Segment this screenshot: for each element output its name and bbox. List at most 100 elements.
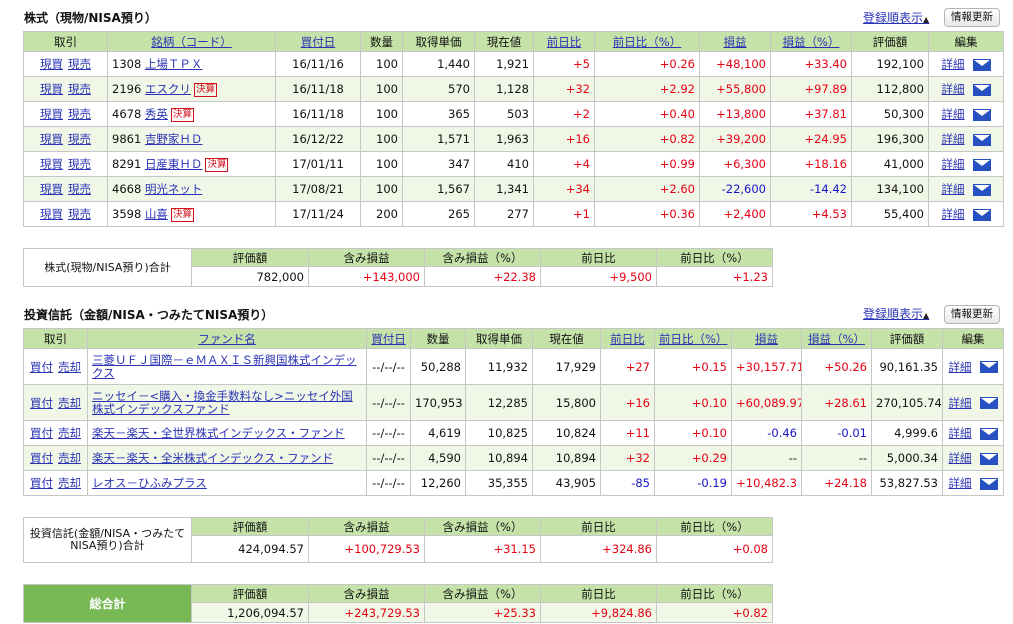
stock-name-link[interactable]: エスクリ	[145, 82, 191, 96]
trade-buy-link[interactable]: 現買	[40, 131, 63, 147]
earnings-badge[interactable]: 決算	[193, 83, 217, 97]
grand-total-day-change: +9,824.86	[540, 602, 657, 623]
detail-link[interactable]: 詳細	[949, 396, 972, 410]
column-header[interactable]: 損益	[699, 31, 771, 52]
column-header[interactable]: 買付日	[366, 328, 411, 349]
grand-total-unrealized-pl: +243,729.53	[308, 602, 425, 623]
trade-buy-link[interactable]: 買付	[30, 395, 53, 411]
fund-name-link[interactable]: ニッセイ－<購入・換金手数料なし>ニッセイ外国株式インデックスファンド	[92, 389, 353, 416]
sort-link[interactable]: 買付日	[371, 332, 406, 346]
detail-link[interactable]: 詳細	[942, 157, 965, 171]
profit-loss: +39,200	[699, 126, 771, 152]
mail-icon[interactable]	[972, 183, 991, 196]
sort-link[interactable]: ファンド名	[198, 332, 256, 346]
trade-sell-link[interactable]: 現売	[68, 107, 91, 121]
column-header[interactable]: ファンド名	[87, 328, 367, 349]
mail-icon[interactable]	[979, 452, 998, 465]
sort-link[interactable]: 損益（%）	[808, 332, 865, 346]
detail-link[interactable]: 詳細	[942, 57, 965, 71]
mail-icon[interactable]	[972, 158, 991, 171]
day-change: +32	[533, 76, 595, 102]
stock-name-link[interactable]: 明光ネット	[145, 182, 203, 196]
fund-name-link[interactable]: 楽天－楽天・全米株式インデックス・ファンド	[92, 451, 333, 465]
detail-link[interactable]: 詳細	[949, 360, 972, 374]
column-header[interactable]: 前日比	[533, 31, 595, 52]
trade-sell-link[interactable]: 売却	[58, 360, 81, 374]
sort-link[interactable]: 前日比	[547, 35, 582, 49]
trade-buy-link[interactable]: 現買	[40, 106, 63, 122]
column-header[interactable]: 前日比	[600, 328, 655, 349]
trade-sell-link[interactable]: 現売	[68, 82, 91, 96]
sort-link[interactable]: 前日比（%）	[613, 35, 681, 49]
mail-icon[interactable]	[979, 427, 998, 440]
trade-buy-link[interactable]: 現買	[40, 81, 63, 97]
detail-link[interactable]: 詳細	[949, 476, 972, 490]
column-header[interactable]: 前日比（%）	[654, 328, 732, 349]
sort-link[interactable]: 損益	[724, 35, 747, 49]
column-header[interactable]: 損益（%）	[801, 328, 872, 349]
mail-icon[interactable]	[979, 361, 998, 373]
detail-link[interactable]: 詳細	[942, 132, 965, 146]
column-header[interactable]: 買付日	[275, 31, 361, 52]
detail-link[interactable]: 詳細	[942, 182, 965, 196]
day-change-pct: +0.36	[594, 201, 700, 227]
trade-buy-link[interactable]: 買付	[30, 359, 53, 375]
column-header[interactable]: 損益（%）	[770, 31, 852, 52]
detail-link[interactable]: 詳細	[942, 107, 965, 121]
mail-icon[interactable]	[972, 58, 991, 71]
earnings-badge[interactable]: 決算	[170, 208, 194, 222]
trade-sell-link[interactable]: 売却	[58, 396, 81, 410]
mail-icon[interactable]	[972, 108, 991, 121]
mail-icon[interactable]	[979, 477, 998, 490]
fund-name-link[interactable]: 楽天－楽天・全世界株式インデックス・ファンド	[92, 426, 345, 440]
detail-link[interactable]: 詳細	[949, 451, 972, 465]
trade-sell-link[interactable]: 売却	[58, 451, 81, 465]
detail-link[interactable]: 詳細	[949, 426, 972, 440]
trade-sell-link[interactable]: 現売	[68, 132, 91, 146]
trade-sell-link[interactable]: 売却	[58, 476, 81, 490]
sort-link[interactable]: 買付日	[301, 35, 336, 49]
valuation: 134,100	[851, 176, 929, 202]
mail-icon[interactable]	[972, 83, 991, 96]
trade-buy-link[interactable]: 現買	[40, 56, 63, 72]
funds-sort-link[interactable]: 登録順表示▲	[863, 305, 929, 322]
column-header[interactable]: 銘柄（コード）	[107, 31, 276, 52]
trade-buy-link[interactable]: 買付	[30, 425, 53, 441]
sort-link[interactable]: 損益	[755, 332, 778, 346]
stock-name-link[interactable]: 日産東ＨＤ	[145, 157, 203, 171]
detail-link[interactable]: 詳細	[942, 207, 965, 221]
trade-sell-link[interactable]: 売却	[58, 426, 81, 440]
sort-link[interactable]: 損益（%）	[783, 35, 840, 49]
trade-sell-link[interactable]: 現売	[68, 182, 91, 196]
stocks-sort-link[interactable]: 登録順表示▲	[863, 9, 929, 26]
sort-link[interactable]: 前日比（%）	[659, 332, 727, 346]
column-header[interactable]: 前日比（%）	[594, 31, 700, 52]
trade-buy-link[interactable]: 現買	[40, 156, 63, 172]
detail-link[interactable]: 詳細	[942, 82, 965, 96]
stocks-refresh-button[interactable]: 情報更新	[944, 8, 1000, 27]
funds-refresh-button[interactable]: 情報更新	[944, 305, 1000, 324]
stock-name-link[interactable]: 山喜	[145, 207, 168, 221]
mail-icon[interactable]	[972, 208, 991, 221]
trade-buy-link[interactable]: 買付	[30, 450, 53, 466]
trade-sell-link[interactable]: 現売	[68, 157, 91, 171]
fund-name-link[interactable]: 三菱ＵＦＪ国際－ｅＭＡＸＩＳ新興国株式インデックス	[92, 353, 357, 380]
trade-sell-link[interactable]: 現売	[68, 207, 91, 221]
column-header[interactable]: 損益	[731, 328, 802, 349]
stock-name-link[interactable]: 上場ＴＰＸ	[145, 57, 203, 71]
trade-buy-link[interactable]: 現買	[40, 181, 63, 197]
mail-icon[interactable]	[979, 397, 998, 409]
trade-sell-link[interactable]: 現売	[68, 57, 91, 71]
fund-name-link[interactable]: レオス－ひふみプラス	[92, 476, 207, 490]
trade-buy-link[interactable]: 現買	[40, 206, 63, 222]
earnings-badge[interactable]: 決算	[205, 158, 229, 172]
sort-link[interactable]: 銘柄（コード）	[151, 35, 232, 49]
trade-buy-link[interactable]: 買付	[30, 475, 53, 491]
sort-link[interactable]: 前日比	[610, 332, 645, 346]
day-change-pct: +0.99	[594, 151, 700, 177]
stock-name-link[interactable]: 吉野家ＨＤ	[145, 132, 203, 146]
earnings-badge[interactable]: 決算	[170, 108, 194, 122]
stock-name-link[interactable]: 秀英	[145, 107, 168, 121]
mail-icon[interactable]	[972, 133, 991, 146]
valuation: 5,000.34	[871, 445, 943, 471]
